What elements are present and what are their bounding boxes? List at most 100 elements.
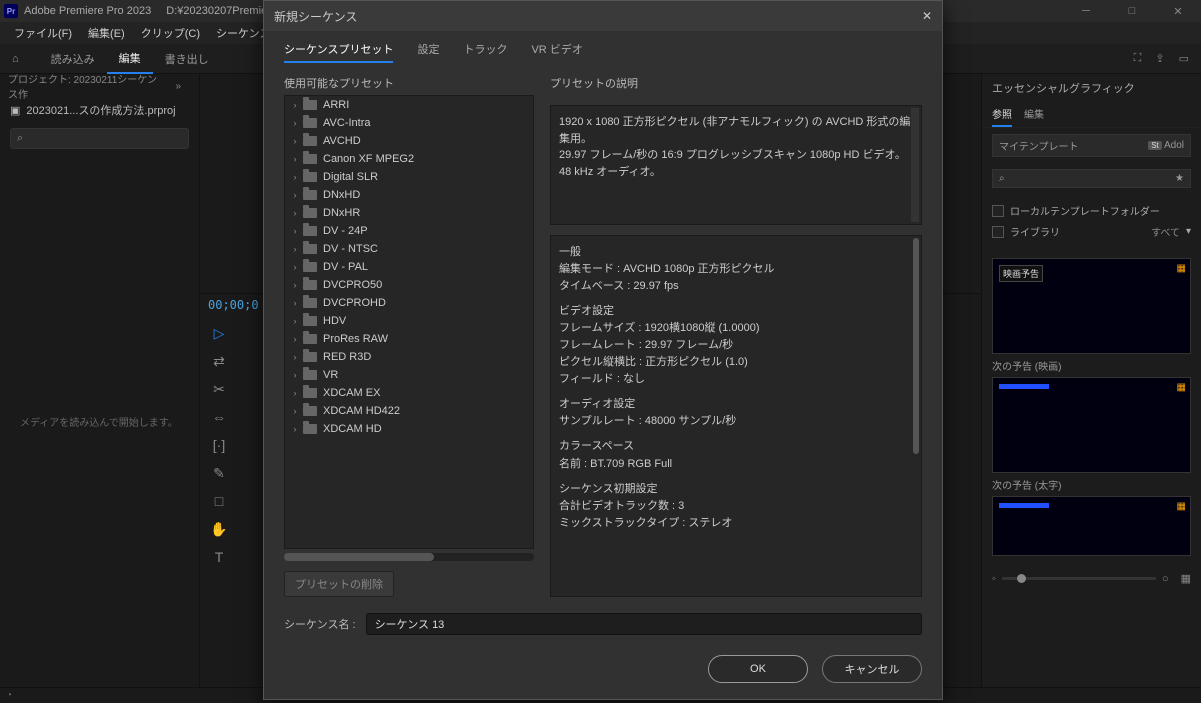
tab-sequence-presets[interactable]: シーケンスプリセット [284, 41, 393, 63]
status-icon: ◔ [6, 690, 12, 701]
project-file-row[interactable]: ▣ 2023021...スの作成方法.prproj [0, 98, 199, 122]
chevron-right-icon: › [289, 370, 301, 380]
hand-tool-icon[interactable]: ✋ [208, 520, 230, 538]
project-bin-empty[interactable]: メディアを読み込んで開始します。 [0, 155, 199, 687]
zoom-in-icon[interactable]: ○ [1162, 573, 1169, 585]
chevron-right-icon: › [289, 406, 301, 416]
vscrollbar[interactable] [911, 108, 919, 222]
preset-folder[interactable]: ›DNxHD [285, 186, 533, 204]
preset-folder[interactable]: ›Canon XF MPEG2 [285, 150, 533, 168]
share-icon[interactable]: ⇪ [1155, 52, 1164, 65]
eg-search-input[interactable]: ⌕ ★ [992, 169, 1191, 188]
fullscreen-icon[interactable]: ⛶ [1134, 52, 1142, 65]
tab-vr-video[interactable]: VR ビデオ [531, 41, 582, 63]
preset-tree[interactable]: ›ARRI ›AVC-Intra ›AVCHD ›Canon XF MPEG2 … [284, 95, 534, 549]
preset-folder[interactable]: ›Digital SLR [285, 168, 533, 186]
preset-name: Digital SLR [323, 171, 378, 183]
project-tab[interactable]: プロジェクト: 20230211シーケンス作 [8, 71, 165, 101]
rectangle-tool-icon[interactable]: □ [208, 492, 230, 510]
preset-folder[interactable]: ›XDCAM EX [285, 384, 533, 402]
preset-folder[interactable]: ›DVCPROHD [285, 294, 533, 312]
pen-tool-icon[interactable]: ✎ [208, 464, 230, 482]
template-thumb-bar [999, 503, 1049, 508]
folder-icon [303, 100, 317, 110]
workspace-import-tab[interactable]: 読み込み [39, 44, 107, 74]
folder-icon [303, 190, 317, 200]
grid-view-icon[interactable]: ▦ [1181, 572, 1191, 585]
menu-clip[interactable]: クリップ(C) [133, 25, 208, 41]
window-minimize-button[interactable]: ─ [1063, 0, 1109, 22]
window-close-button[interactable]: ✕ [1155, 0, 1201, 22]
template-thumbnail[interactable]: ▦ 映画予告 [992, 258, 1191, 354]
menu-edit[interactable]: 編集(E) [80, 25, 133, 41]
preset-name: DNxHR [323, 207, 360, 219]
preset-name: XDCAM EX [323, 387, 380, 399]
preset-name: ARRI [323, 99, 349, 111]
chevron-right-icon: › [289, 352, 301, 362]
detail-line: ミックストラックタイプ : ステレオ [559, 515, 913, 532]
essential-graphics-panel: エッセンシャルグラフィック 参照 編集 マイテンプレート St Adol ⌕ ★ [981, 74, 1201, 687]
template-thumbnail[interactable]: ▦ [992, 496, 1191, 556]
folder-icon [303, 262, 317, 272]
preset-name: ProRes RAW [323, 333, 388, 345]
workspace-edit-tab[interactable]: 編集 [107, 44, 153, 74]
preset-folder[interactable]: ›DVCPRO50 [285, 276, 533, 294]
ok-button[interactable]: OK [708, 655, 808, 683]
preset-name: RED R3D [323, 351, 371, 363]
preset-folder[interactable]: ›DV - NTSC [285, 240, 533, 258]
preset-folder[interactable]: ›ARRI [285, 96, 533, 114]
stock-text: Adol [1164, 140, 1184, 151]
eg-zoom-slider[interactable]: ◦ ○ ▦ [982, 566, 1201, 591]
ripple-tool-icon[interactable]: ✂ [208, 380, 230, 398]
preset-folder[interactable]: ›AVC-Intra [285, 114, 533, 132]
desc-line: 29.97 フレーム/秒の 16:9 プログレッシブスキャン 1080p HD … [559, 147, 913, 164]
track-select-tool-icon[interactable]: ⇄ [208, 352, 230, 370]
template-thumbnail[interactable]: ▦ [992, 377, 1191, 473]
eg-library-checkbox[interactable]: ライブラリ すべて ▾ [992, 221, 1191, 242]
sequence-name-input[interactable] [366, 613, 922, 635]
vscrollbar[interactable] [913, 238, 919, 454]
preset-tree-hscrollbar[interactable] [284, 553, 534, 561]
razor-tool-icon[interactable]: [·] [208, 436, 230, 454]
menu-file[interactable]: ファイル(F) [6, 25, 80, 41]
home-icon[interactable]: ⌂ [12, 53, 19, 65]
type-tool-icon[interactable]: T [208, 548, 230, 566]
preset-name: DV - 24P [323, 225, 368, 237]
selection-tool-icon[interactable]: ▷ [208, 324, 230, 342]
workspace-export-tab[interactable]: 書き出し [153, 44, 221, 74]
preset-folder[interactable]: › RED R3D [285, 348, 533, 366]
project-file-icon: ▣ [10, 104, 20, 117]
folder-icon [303, 406, 317, 416]
preset-folder[interactable]: ›AVCHD [285, 132, 533, 150]
star-filter-icon[interactable]: ★ [1175, 173, 1184, 184]
preset-folder[interactable]: ›XDCAM HD [285, 420, 533, 438]
preset-folder[interactable]: ›VR [285, 366, 533, 384]
timecode-display[interactable]: 00;00;0 [208, 298, 259, 312]
preset-folder[interactable]: ›HDV [285, 312, 533, 330]
dialog-close-button[interactable]: ✕ [922, 9, 932, 23]
eg-mytemplates-select[interactable]: マイテンプレート St Adol [992, 134, 1191, 157]
eg-local-folder-checkbox[interactable]: ローカルテンプレートフォルダー [992, 200, 1191, 221]
eg-library-value[interactable]: すべて [1151, 224, 1180, 239]
eg-browse-tab[interactable]: 参照 [992, 102, 1012, 127]
zoom-out-icon[interactable]: ◦ [992, 573, 996, 585]
preset-folder[interactable]: ›XDCAM HD422 [285, 402, 533, 420]
folder-icon [303, 316, 317, 326]
quick-export-icon[interactable]: ▭ [1179, 52, 1189, 65]
folder-icon [303, 370, 317, 380]
slip-tool-icon[interactable]: ⇔ [208, 408, 230, 426]
detail-line: ピクセル縦横比 : 正方形ピクセル (1.0) [559, 354, 913, 371]
window-maximize-button[interactable]: □ [1109, 0, 1155, 22]
tab-tracks[interactable]: トラック [463, 41, 507, 63]
tab-settings[interactable]: 設定 [417, 41, 439, 63]
chevron-right-icon: › [289, 154, 301, 164]
preset-folder[interactable]: ›DV - 24P [285, 222, 533, 240]
preset-folder[interactable]: ›DV - PAL [285, 258, 533, 276]
preset-folder[interactable]: ›ProRes RAW [285, 330, 533, 348]
delete-preset-button[interactable]: プリセットの削除 [284, 571, 394, 597]
preset-folder[interactable]: ›DNxHR [285, 204, 533, 222]
cancel-button[interactable]: キャンセル [822, 655, 922, 683]
preset-description-label: プリセットの説明 [550, 75, 922, 91]
project-search-input[interactable]: ⌕ [10, 128, 189, 149]
eg-edit-tab[interactable]: 編集 [1024, 102, 1044, 127]
